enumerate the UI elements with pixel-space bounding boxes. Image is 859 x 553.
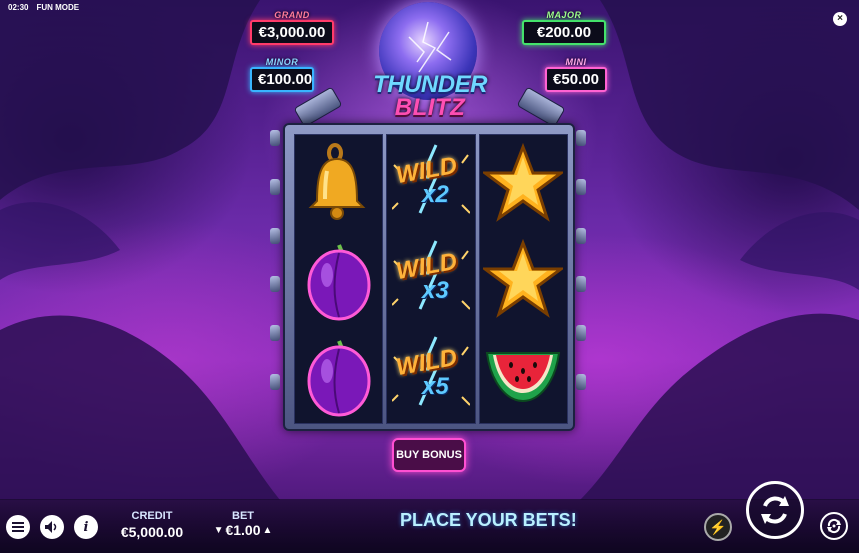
jackpot-minor-value: €100.00 (250, 67, 314, 92)
game-logo: THUNDER BLITZ (367, 73, 493, 121)
wild-multiplier: x5 (421, 373, 449, 400)
spin-button[interactable] (746, 481, 804, 539)
reel-1-cell-2 (295, 231, 382, 327)
wild-multiplier: x3 (421, 277, 449, 304)
credit-display: CREDIT €5,000.00 (116, 510, 188, 540)
jackpot-grand: GRAND €3,000.00 (250, 10, 334, 45)
plum-icon (307, 340, 371, 417)
credit-label: CREDIT (131, 510, 173, 522)
reel-3-cell-2 (480, 231, 567, 327)
wild-multiplier: x2 (421, 181, 449, 208)
wild-symbol: WILD x2 (391, 143, 470, 223)
info-button[interactable]: i (74, 515, 98, 539)
star-icon (483, 143, 564, 222)
reel-1 (294, 134, 384, 424)
clock: 02:30 (8, 3, 29, 12)
jackpot-minor-label: MINOR (265, 57, 299, 67)
frame-bolts-left (270, 130, 282, 390)
reel-2: WILD x2 WILD x3 WILD x5 (386, 134, 476, 424)
jackpot-mini-value: €50.00 (545, 67, 607, 92)
menu-icon (12, 522, 24, 532)
wild-symbol: WILD x5 (391, 335, 470, 415)
bet-increase-icon[interactable]: ▲ (263, 525, 273, 536)
reel-2-cell-2: WILD x3 (387, 231, 474, 327)
status-message: PLACE YOUR BETS! (400, 510, 577, 530)
logo-line2: BLITZ (394, 93, 466, 121)
jackpot-major: MAJOR €200.00 (522, 10, 606, 45)
tesla-cannon-left (293, 86, 343, 128)
credit-value: €5,000.00 (120, 524, 184, 540)
close-icon[interactable]: × (833, 12, 847, 26)
jackpot-mini: MINI €50.00 (545, 57, 607, 92)
info-icon: i (83, 519, 89, 535)
buy-bonus-button[interactable]: BUY BONUS (392, 438, 466, 472)
autoplay-button[interactable] (820, 512, 848, 540)
reel-1-cell-1 (295, 135, 382, 231)
jackpot-mini-label: MINI (565, 57, 587, 67)
jackpot-grand-value: €3,000.00 (250, 20, 334, 45)
reels: WILD x2 WILD x3 WILD x5 (294, 134, 568, 424)
bet-decrease-icon[interactable]: ▼ (214, 525, 224, 536)
mode-label: FUN MODE (36, 3, 80, 12)
jackpot-grand-label: GRAND (274, 10, 310, 20)
watermelon-icon (486, 352, 561, 403)
reel-3-cell-1 (480, 135, 567, 231)
frame-bolts-right (576, 130, 588, 390)
menu-button[interactable] (6, 515, 30, 539)
turbo-off-icon: ⚡ (709, 518, 727, 535)
reel-3-cell-3 (480, 327, 567, 423)
reel-1-cell-3 (295, 327, 382, 423)
bet-value: €1.00 (225, 522, 261, 538)
bell-icon (308, 143, 366, 220)
sound-icon (45, 521, 57, 533)
tesla-cannon-right (516, 86, 566, 128)
wild-symbol: WILD x3 (391, 239, 470, 319)
jackpot-major-value: €200.00 (522, 20, 606, 45)
jackpot-major-label: MAJOR (546, 10, 582, 20)
reel-2-cell-3: WILD x5 (387, 327, 474, 423)
bet-label: BET (232, 510, 254, 522)
star-icon (483, 239, 564, 318)
sound-button[interactable] (40, 515, 64, 539)
reel-2-cell-1: WILD x2 (387, 135, 474, 231)
plum-icon (307, 244, 371, 321)
reel-3 (478, 134, 568, 424)
bet-display: BET ▼ €1.00 ▲ (208, 510, 278, 538)
reel-frame: WILD x2 WILD x3 WILD x5 (283, 123, 575, 431)
jackpot-minor: MINOR €100.00 (250, 57, 314, 92)
spin-icon (761, 496, 789, 524)
turbo-button[interactable]: ⚡ (704, 513, 732, 541)
status-bar: 02:30 FUN MODE (8, 3, 79, 12)
autoplay-icon (827, 518, 841, 534)
